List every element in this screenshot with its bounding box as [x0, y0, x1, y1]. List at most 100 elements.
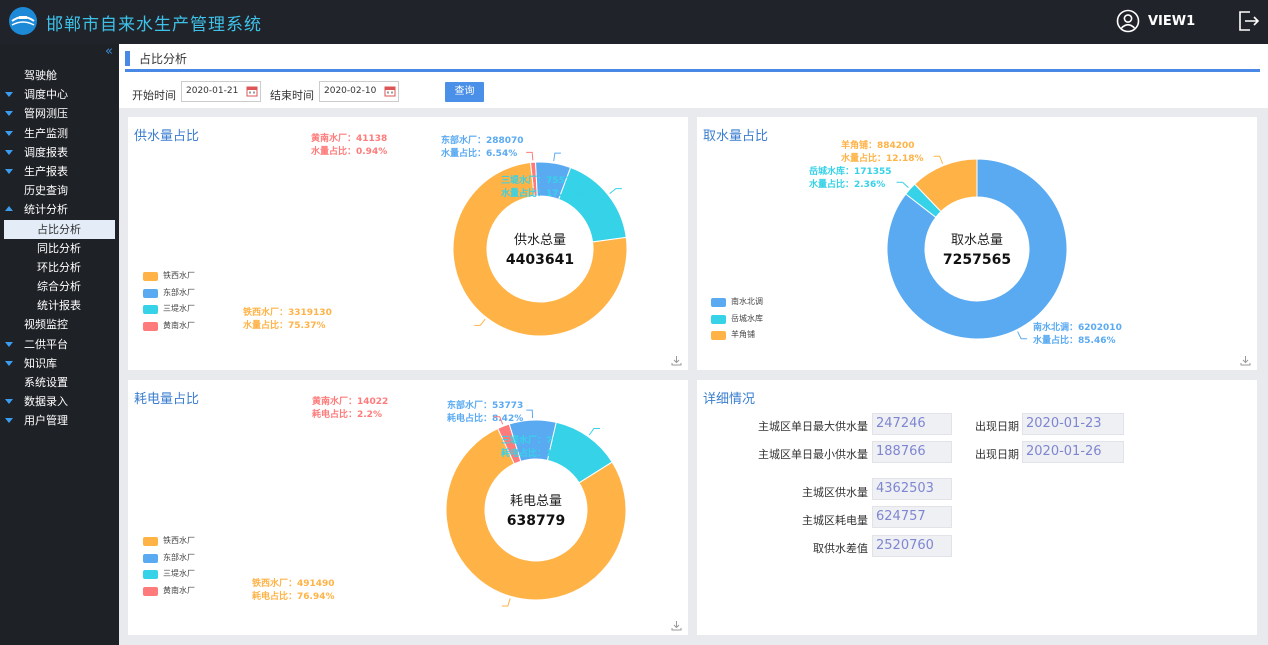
legend-label: 羊角铺: [731, 330, 755, 339]
query-button[interactable]: 查询: [445, 82, 484, 102]
sidebar-item-18[interactable]: 用户管理: [0, 411, 119, 430]
legend-item[interactable]: 东部水厂: [143, 287, 195, 304]
legend-item[interactable]: 东部水厂: [143, 552, 195, 569]
slice-label: 三堤水厂：755303: [501, 174, 584, 186]
caret-down-icon: [5, 168, 13, 174]
logout-icon[interactable]: [1236, 9, 1260, 33]
sidebar-item-label: 知识库: [24, 356, 57, 370]
calendar-icon[interactable]: [384, 85, 396, 97]
diff-label: 取供水差值: [813, 542, 868, 555]
tab-ratio-analysis[interactable]: 占比分析: [125, 50, 187, 68]
sidebar-subitem-12[interactable]: 统计报表: [0, 296, 119, 315]
legend-item[interactable]: 黄南水厂: [143, 320, 195, 337]
supply-total-value: 4362503: [872, 478, 952, 500]
end-date-input[interactable]: 2020-02-10: [319, 81, 399, 102]
intake-ratio-title: 取水量占比: [703, 129, 769, 144]
supply-ratio-title: 供水量占比: [134, 129, 200, 144]
sidebar-item-14[interactable]: 二供平台: [0, 335, 119, 354]
sidebar-item-15[interactable]: 知识库: [0, 354, 119, 373]
leader-line: [526, 151, 534, 161]
download-icon[interactable]: [671, 355, 682, 366]
caret-down-icon: [5, 92, 13, 98]
sidebar-item-label: 管网测压: [24, 107, 68, 121]
water-logo-icon: [9, 7, 37, 35]
legend-item[interactable]: 岳城水库: [711, 313, 763, 330]
calendar-icon[interactable]: [246, 85, 258, 97]
power-legend: 铁西水厂 东部水厂 三堤水厂 黄南水厂: [143, 535, 195, 601]
min-supply-value: 188766: [872, 441, 952, 463]
legend-swatch: [143, 305, 158, 314]
details-panel: 详细情况 主城区单日最大供水量 247246 出现日期 2020-01-23 主…: [697, 380, 1257, 635]
sidebar-item-1[interactable]: 调度中心: [0, 85, 119, 104]
sidebar-item-label: 占比分析: [37, 222, 81, 236]
leader-line: [474, 318, 486, 326]
tab-underline: [125, 69, 1260, 72]
user-icon[interactable]: [1116, 9, 1140, 33]
caret-down-icon: [5, 111, 13, 117]
center-value: 7257565: [943, 252, 1011, 268]
download-icon[interactable]: [1240, 355, 1251, 366]
slice-label: 东部水厂：53773: [447, 399, 523, 411]
legend-item[interactable]: 铁西水厂: [143, 270, 195, 287]
legend-label: 东部水厂: [163, 287, 195, 297]
sidebar-subitem-9[interactable]: 同比分析: [0, 239, 119, 258]
sidebar-item-label: 调度报表: [24, 145, 68, 159]
sidebar-item-16[interactable]: 系统设置: [0, 373, 119, 392]
power-ratio-title: 耗电量占比: [134, 392, 200, 407]
power-total-value: 624757: [872, 506, 952, 528]
end-time-label: 结束时间: [270, 89, 314, 102]
legend-item[interactable]: 黄南水厂: [143, 585, 195, 602]
power-total-label: 主城区耗电量: [802, 514, 868, 527]
sidebar-item-label: 同比分析: [37, 241, 81, 255]
legend-swatch: [143, 288, 158, 298]
slice-percent-label: 水量占比：2.36%: [809, 178, 885, 190]
legend-item[interactable]: 南水北调: [711, 296, 763, 313]
legend-item[interactable]: 三堤水厂: [143, 303, 195, 320]
sidebar-subitem-10[interactable]: 环比分析: [0, 258, 119, 277]
sidebar-item-2[interactable]: 管网测压: [0, 104, 119, 123]
sidebar-item-13[interactable]: 视频监控: [0, 315, 119, 334]
caret-down-icon: [5, 149, 13, 155]
legend-item[interactable]: 羊角铺: [711, 329, 763, 346]
legend-label: 铁西水厂: [163, 271, 195, 280]
legend-item[interactable]: 三堤水厂: [143, 568, 195, 585]
sidebar-item-6[interactable]: 历史查询: [0, 181, 119, 200]
start-date-value: 2020-01-21: [186, 86, 239, 96]
legend-swatch: [143, 586, 158, 596]
sidebar-item-17[interactable]: 数据录入: [0, 392, 119, 411]
legend-item[interactable]: 铁西水厂: [143, 535, 195, 552]
user-name[interactable]: VIEW1: [1148, 14, 1195, 29]
leader-line: [526, 409, 534, 419]
supply-total-label: 主城区供水量: [802, 486, 868, 499]
slice-label: 南水北调：6202010: [1033, 321, 1122, 333]
sidebar-item-4[interactable]: 调度报表: [0, 143, 119, 162]
slice-label: 黄南水厂：14022: [312, 395, 388, 407]
sidebar-item-label: 系统设置: [24, 376, 68, 389]
sidebar-item-label: 数据录入: [24, 395, 68, 409]
sidebar-item-label: 驾驶舱: [24, 69, 57, 82]
sidebar-item-7[interactable]: 统计分析: [0, 200, 119, 219]
min-date-value: 2020-01-26: [1022, 441, 1124, 463]
sidebar-subitem-8[interactable]: 占比分析: [4, 219, 115, 239]
collapse-sidebar-icon[interactable]: «: [105, 44, 113, 59]
sidebar-item-label: 统计报表: [37, 299, 81, 313]
download-icon[interactable]: [671, 620, 682, 631]
min-supply-label: 主城区单日最小供水量: [758, 448, 868, 461]
legend-label: 三堤水厂: [163, 304, 195, 313]
leader-line: [609, 188, 622, 194]
sidebar-item-3[interactable]: 生产监测: [0, 124, 119, 143]
supply-legend: 铁西水厂东部水厂三堤水厂黄南水厂: [143, 270, 195, 336]
sidebar-item-label: 二供平台: [24, 337, 68, 351]
slice-label: 东部水厂：288070: [441, 134, 524, 146]
center-title: 取水总量: [951, 233, 1003, 248]
sidebar-item-5[interactable]: 生产报表: [0, 162, 119, 181]
legend-swatch: [711, 331, 726, 340]
details-title: 详细情况: [703, 392, 756, 407]
sidebar-item-0[interactable]: 驾驶舱: [0, 66, 119, 85]
caret-down-icon: [5, 130, 13, 136]
sidebar-subitem-11[interactable]: 综合分析: [0, 277, 119, 296]
supply-ratio-chart: 铁西水厂：3319130水量占比：75.37% 东部水厂：288070水量占比：6…: [243, 132, 628, 337]
slice-label: 铁西水厂：3319130: [243, 306, 332, 318]
slice-percent-label: 耗电占比：8.42%: [447, 412, 523, 424]
start-date-input[interactable]: 2020-01-21: [181, 81, 261, 102]
